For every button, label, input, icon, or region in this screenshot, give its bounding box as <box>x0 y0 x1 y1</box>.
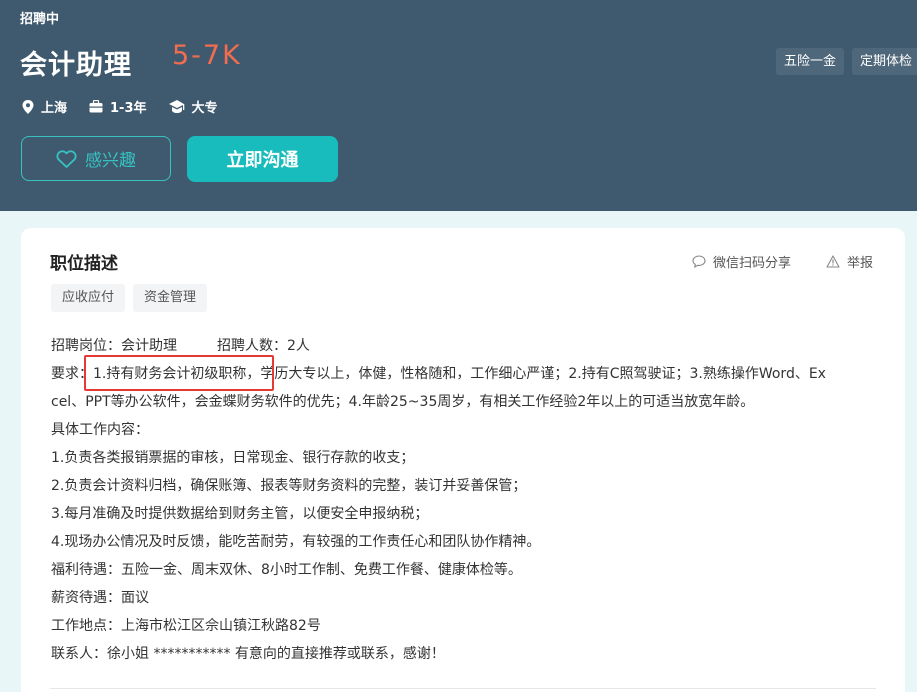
wechat-share-label: 微信扫码分享 <box>713 256 792 271</box>
description-line: 具体工作内容： <box>51 422 149 438</box>
meta-education: 大专 <box>168 97 218 116</box>
description-line: 4.现场办公情况及时反馈，能吃苦耐劳，有较强的工作责任心和团队协作精神。 <box>51 534 541 550</box>
job-description-text: 招聘岗位：会计助理 招聘人数：2人 要求：1.持有财务会计初级职称，学历大专以上，… <box>51 332 881 668</box>
benefit-tag: 定期体检 <box>852 48 917 75</box>
recruit-info-line: 招聘岗位：会计助理 招聘人数：2人 <box>51 332 881 360</box>
report-label: 举报 <box>847 256 874 271</box>
graduation-cap-icon <box>168 100 184 113</box>
warning-icon <box>826 255 840 268</box>
benefit-tag: 五险一金 <box>776 48 845 75</box>
chat-bubble-icon <box>692 255 706 268</box>
skill-tag: 应收应付 <box>51 284 126 312</box>
recruit-count: 招聘人数：2人 <box>217 338 310 354</box>
chat-now-button[interactable]: 立即沟通 <box>187 136 338 182</box>
report-link[interactable]: 举报 <box>826 252 873 271</box>
meta-experience: 1-3年 <box>89 97 147 116</box>
location-label: 上海 <box>41 101 68 116</box>
experience-label: 1-3年 <box>110 101 147 116</box>
location-icon <box>22 99 34 114</box>
description-line: 3.每月准确及时提供数据给到财务主管，以便安全申报纳税； <box>51 506 429 522</box>
description-line: 2.负责会计资料归档，确保账簿、报表等财务资料的完整，装订并妥善保管； <box>51 478 527 494</box>
skill-tags: 应收应付 资金管理 <box>51 284 215 312</box>
salary: 5-7K <box>172 40 242 71</box>
description-line: 1.负责各类报销票据的审核，日常现金、银行存款的收支； <box>51 450 415 466</box>
description-line: 福利待遇：五险一金、周末双休、8小时工作制、免费工作餐、健康体检等。 <box>51 562 522 578</box>
skill-tag: 资金管理 <box>133 284 208 312</box>
wechat-share-link[interactable]: 微信扫码分享 <box>692 252 791 271</box>
interest-button-label: 感兴趣 <box>85 151 136 171</box>
briefcase-icon <box>89 100 103 113</box>
description-line: 要求：1.持有财务会计初级职称，学历大专以上，体健，性格随和，工作细心严谨；2.… <box>51 366 826 382</box>
job-description-card: 职位描述 微信扫码分享 举报 应收应付 资金管理 招聘岗位：会计助理 招聘人数：2… <box>21 228 905 692</box>
interest-button[interactable]: 感兴趣 <box>21 136 171 181</box>
description-line: 联系人：徐小姐 *********** 有意向的直接推荐或联系，感谢！ <box>51 646 445 662</box>
description-line: cel、PPT等办公软件，会金蝶财务软件的优先；4.年龄25~35周岁，有相关工… <box>51 394 755 410</box>
chat-now-label: 立即沟通 <box>226 150 299 171</box>
description-line: 薪资待遇：面议 <box>51 590 149 606</box>
benefit-tags: 五险一金 定期体检 <box>776 48 917 75</box>
job-header-banner: 招聘中 会计助理 5-7K 上海 1-3年 大专 五险一金 定期体检 感兴趣 立… <box>0 0 917 211</box>
section-title: 职位描述 <box>50 254 118 274</box>
job-title: 会计助理 <box>20 50 132 81</box>
education-label: 大专 <box>191 101 218 116</box>
job-meta: 上海 1-3年 大专 <box>22 97 240 116</box>
description-line: 工作地点：上海市松江区佘山镇江秋路82号 <box>51 618 321 634</box>
recruiting-status: 招聘中 <box>20 12 60 27</box>
recruit-position: 招聘岗位：会计助理 <box>51 338 177 354</box>
divider <box>50 688 876 689</box>
heart-icon <box>56 149 77 168</box>
meta-location: 上海 <box>22 97 67 116</box>
